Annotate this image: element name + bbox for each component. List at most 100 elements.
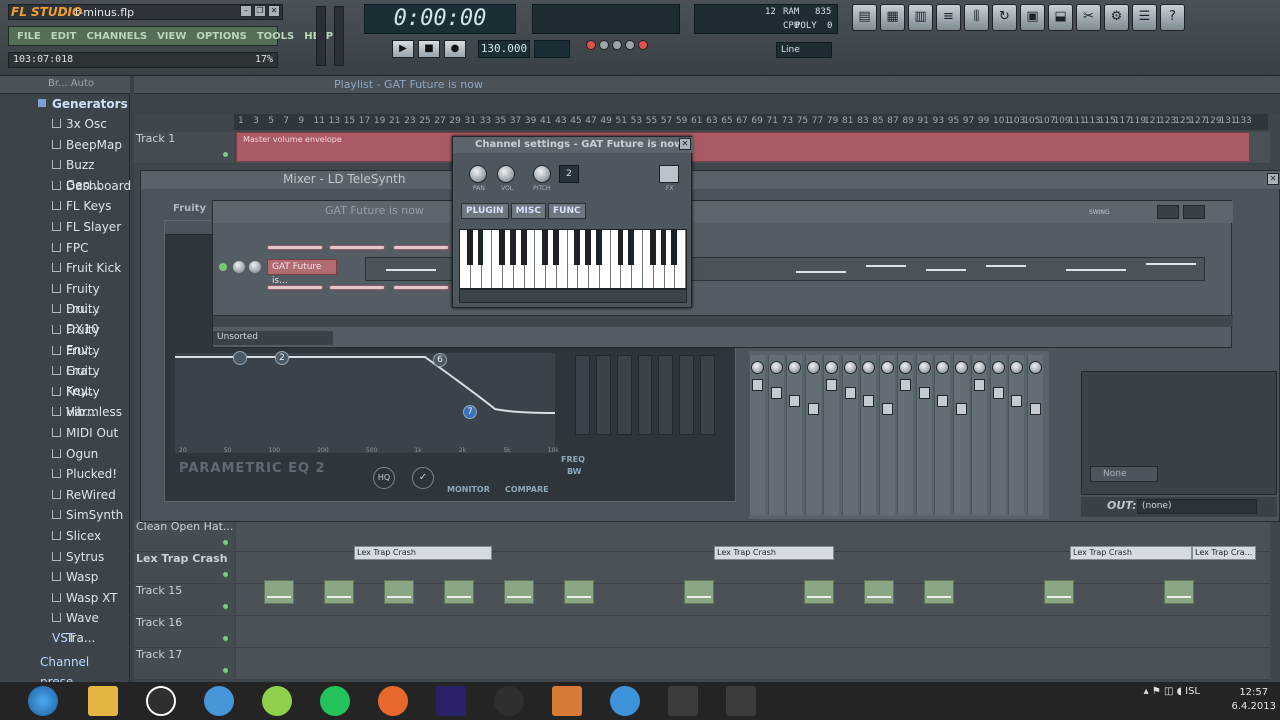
channel-settings-close-icon[interactable]: ✕ [679,138,691,150]
black-key[interactable] [649,230,656,265]
network-icon[interactable]: ◫ [1164,686,1177,697]
pattern-selector[interactable] [534,40,570,58]
firefox-icon[interactable] [378,686,408,716]
restore-icon[interactable]: ❐ [254,5,266,17]
browser-folder-channel-presets[interactable]: Channel prese... [0,652,130,689]
eq-fader[interactable] [616,355,632,435]
step-edit-switch-icon[interactable] [625,40,635,50]
browser-app-icon[interactable] [204,686,234,716]
fx-button[interactable] [659,165,679,183]
track-17-label[interactable]: Track 17 [134,648,234,680]
pattern-clip[interactable] [924,580,954,604]
track-lex-trap-crash-label[interactable]: Lex Trap Crash [134,552,234,584]
black-key[interactable] [520,230,527,265]
refresh-icon[interactable]: ↻ [992,4,1017,31]
browser-item[interactable]: Harmless [0,402,130,422]
track-led-icon[interactable] [223,572,228,577]
white-key[interactable] [568,230,581,288]
white-key[interactable] [460,230,473,288]
crash-clip[interactable]: Lex Trap Crash [1070,546,1192,560]
itunes-icon[interactable] [610,686,640,716]
check-icon[interactable]: ✓ [412,467,434,489]
record-mode-led-icon[interactable] [586,40,596,50]
after-effects-icon[interactable] [436,686,466,716]
track-1-label[interactable]: Track 1 [134,132,234,164]
mixer-insert-strip[interactable] [823,355,839,515]
tab-misc[interactable]: MISC [510,203,546,219]
eq-graph[interactable] [175,353,556,453]
mixer-insert-strip[interactable] [1008,355,1024,515]
tools-icon[interactable]: ✂ [1076,4,1101,31]
render-icon[interactable]: ⬓ [1048,4,1073,31]
browser-item[interactable]: Wave Tra... [0,608,130,645]
step-button[interactable] [393,245,449,250]
white-key[interactable] [643,230,656,288]
eq-compare-button[interactable]: COMPARE [505,485,549,494]
file-explorer-icon[interactable] [88,686,118,716]
eq-band-icon[interactable] [233,351,247,365]
mixer-insert-strip[interactable] [952,355,969,515]
pan-knob[interactable] [469,165,487,183]
pan-knob[interactable] [954,361,968,374]
pattern-clip[interactable] [264,580,294,604]
browser-item[interactable]: Fruity Dru... [0,279,130,316]
volume-fader[interactable] [770,387,782,399]
black-key[interactable] [477,230,484,265]
black-key[interactable] [574,230,581,265]
mixer-insert-strip[interactable] [786,355,802,515]
menu-options[interactable]: OPTIONS [196,31,246,42]
track-led-icon[interactable] [223,152,228,157]
play-icon[interactable]: ▶ [392,40,414,58]
app-icon[interactable] [668,686,698,716]
out-select[interactable]: (none) [1137,499,1257,514]
menu-view[interactable]: VIEW [157,31,186,42]
eq-fader[interactable] [679,355,695,435]
pan-knob[interactable] [1028,361,1042,374]
track-15-label[interactable]: Track 15 [134,584,234,616]
pattern-clip[interactable] [864,580,894,604]
browser-item[interactable]: Fruity Env... [0,320,130,357]
sequencer-scrollbar[interactable] [213,315,1233,327]
mixer-insert-strip[interactable] [841,355,858,515]
save-icon[interactable]: ▣ [1020,4,1045,31]
pan-knob[interactable] [843,361,857,374]
mixer-insert-strip[interactable] [804,355,821,515]
mixer-insert-strip[interactable] [971,355,987,515]
tab-func[interactable]: FUNC [548,203,586,219]
pan-knob[interactable] [806,361,820,374]
white-key[interactable] [611,230,624,288]
volume-fader[interactable] [900,379,911,391]
mixer-insert-strip[interactable] [897,355,913,515]
loop-switch-icon[interactable] [599,40,609,50]
channel-button[interactable]: GAT Future is... [267,259,337,286]
tempo-display[interactable]: 130.000 [478,40,530,58]
volume-fader[interactable] [992,387,1004,399]
browser-item[interactable]: Plucked! [0,464,130,484]
pan-knob[interactable] [825,361,838,374]
browser-item[interactable]: Fruity Vib... [0,382,130,419]
mixer-insert-strip[interactable] [749,355,765,515]
metronome-switch-icon[interactable] [612,40,622,50]
browser-item[interactable]: Wasp [0,567,130,587]
piano-keyboard[interactable] [459,229,687,289]
browser-item[interactable]: FL Slayer [0,217,130,237]
pan-knob[interactable] [973,361,986,374]
black-key[interactable] [671,230,678,265]
start-button-icon[interactable] [28,686,58,716]
pan-knob[interactable] [917,361,931,374]
browser-item[interactable]: Dashboard [0,176,131,196]
eq-band-2-icon[interactable]: 2 [275,351,289,365]
white-key[interactable] [492,230,505,288]
menu-edit[interactable]: EDIT [51,31,77,42]
pattern-clip[interactable] [564,580,594,604]
browser-item[interactable]: BeepMap [0,135,130,155]
mixer-insert-strip[interactable] [934,355,950,515]
volume-fader[interactable] [752,379,763,391]
automation-clip[interactable]: Master volume envelope [236,132,1250,162]
track-16-lane[interactable] [236,616,1270,648]
volume-icon[interactable]: ◖ [1177,686,1185,697]
blend-notes-led-icon[interactable] [638,40,648,50]
step-button[interactable] [329,245,385,250]
master-pitch-slider[interactable] [334,6,344,66]
app-icon[interactable] [726,686,756,716]
